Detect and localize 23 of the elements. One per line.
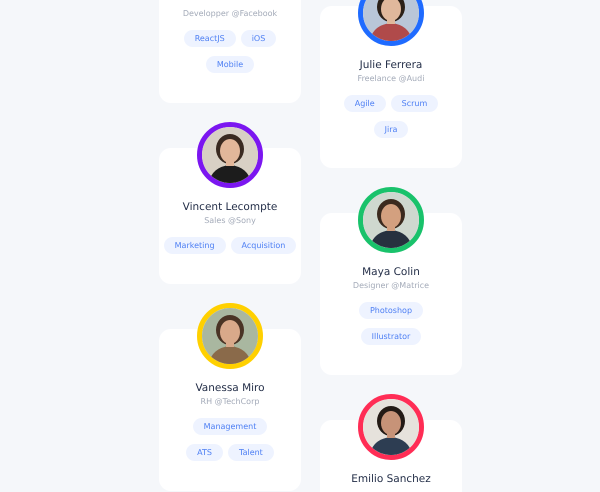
tag: Photoshop <box>358 302 424 319</box>
tag: Acquisition <box>230 237 296 254</box>
person-name: Julie Ferrera <box>358 58 424 72</box>
person-name: Maya Colin <box>361 265 421 279</box>
person-name: Emilio Sanchez <box>350 472 432 486</box>
tag: Illustrator <box>360 328 422 345</box>
job-title: Designer @Matrice <box>352 280 430 292</box>
tag: ReactJS <box>184 30 236 47</box>
job-title: RH @TechCorp <box>200 396 260 408</box>
tag: iOS <box>240 30 276 47</box>
tag: Marketing <box>164 237 226 254</box>
job-title: Developper @Facebook <box>182 8 278 20</box>
tag: Management <box>192 418 268 435</box>
person-name: Vincent Lecompte <box>182 200 278 214</box>
job-title: Freelance @Audi <box>356 73 426 85</box>
tag: ATS <box>186 444 223 461</box>
tag: Mobile <box>206 56 254 73</box>
tag: Talent <box>228 444 274 461</box>
tag: Jira <box>374 121 408 138</box>
tag: Agile <box>344 95 386 112</box>
tag: Scrum <box>390 95 438 112</box>
person-name: Vanessa Miro <box>194 381 266 395</box>
job-title: Sales @Sony <box>203 215 257 227</box>
